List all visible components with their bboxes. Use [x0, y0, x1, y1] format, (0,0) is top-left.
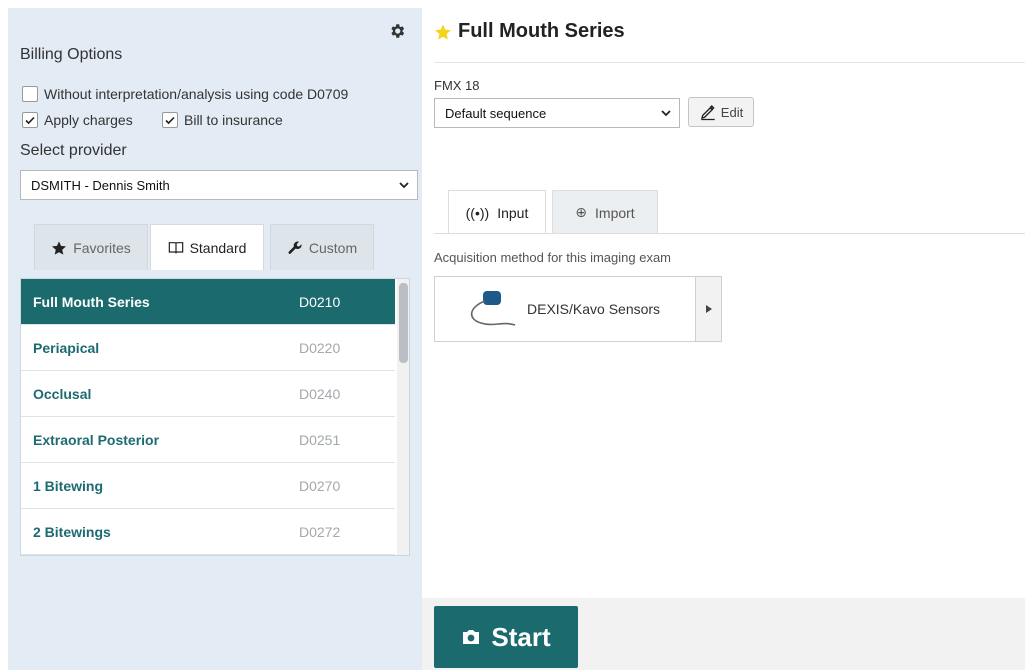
- tab-custom-label: Custom: [308, 239, 358, 256]
- start-button-label: Start: [491, 621, 551, 652]
- tab-standard[interactable]: Standard: [150, 224, 264, 270]
- tab-input[interactable]: ((•)) Input: [448, 190, 546, 234]
- page-title: Full Mouth Series: [434, 20, 625, 43]
- tab-input-label: Input: [497, 204, 529, 221]
- camera-icon: [463, 630, 480, 644]
- caret-right-icon: [705, 305, 712, 313]
- provider-select[interactable]: DSMITH - Dennis Smith: [20, 170, 418, 200]
- without-interpretation-option[interactable]: Without interpretation/analysis using co…: [22, 86, 348, 102]
- apply-charges-checkbox[interactable]: [22, 112, 38, 128]
- acquisition-label: Acquisition method for this imaging exam: [434, 250, 672, 265]
- list-item[interactable]: Full Mouth Series D0210: [21, 279, 395, 325]
- sensor-expand-button[interactable]: [696, 276, 722, 342]
- edit-button-label: Edit: [720, 104, 744, 120]
- list-scrollbar-thumb[interactable]: [399, 283, 408, 363]
- sequence-select[interactable]: Default sequence: [434, 98, 680, 128]
- plus-circle-icon: ⊕: [575, 204, 588, 220]
- chevron-down-icon: [661, 110, 671, 117]
- exam-list: Full Mouth Series D0210 Periapical D0220…: [20, 278, 410, 556]
- tab-favorites-label: Favorites: [73, 239, 131, 256]
- tab-favorites[interactable]: Favorites: [34, 224, 148, 270]
- divider: [434, 233, 1025, 234]
- star-icon: [52, 240, 67, 255]
- sensor-option-dexis[interactable]: DEXIS/Kavo Sensors: [434, 276, 696, 342]
- list-item[interactable]: 2 Bitewings D0272: [21, 509, 395, 555]
- list-item[interactable]: Periapical D0220: [21, 325, 395, 371]
- broadcast-icon: ((•)): [465, 204, 490, 221]
- bill-to-insurance-label: Bill to insurance: [184, 112, 283, 128]
- apply-charges-label: Apply charges: [44, 112, 133, 128]
- list-item[interactable]: Extraoral Posterior D0251: [21, 417, 395, 463]
- bill-to-insurance-option[interactable]: Bill to insurance: [162, 112, 283, 128]
- page-title-text: Full Mouth Series: [458, 20, 625, 42]
- bill-to-insurance-checkbox[interactable]: [162, 112, 178, 128]
- list-item[interactable]: 1 Bitewing D0270: [21, 463, 395, 509]
- wrench-icon: [288, 241, 302, 254]
- list-item[interactable]: Occlusal D0240: [21, 371, 395, 417]
- book-icon: [168, 241, 183, 253]
- star-icon[interactable]: [434, 23, 452, 41]
- sensor-icon: [470, 291, 516, 326]
- start-button[interactable]: Start: [434, 606, 578, 668]
- without-interpretation-label: Without interpretation/analysis using co…: [44, 86, 349, 102]
- edit-button[interactable]: Edit: [688, 97, 754, 127]
- fmx-label: FMX 18: [434, 78, 480, 93]
- sensor-option-label: DEXIS/Kavo Sensors: [527, 301, 661, 317]
- divider: [434, 62, 1025, 63]
- tab-standard-label: Standard: [189, 239, 247, 256]
- gear-icon[interactable]: [388, 22, 406, 40]
- provider-select-value: DSMITH - Dennis Smith: [31, 177, 170, 193]
- tab-import-label: Import: [595, 204, 635, 221]
- chevron-down-icon: [399, 182, 409, 189]
- tab-import[interactable]: ⊕ Import: [552, 190, 658, 234]
- sequence-select-value: Default sequence: [445, 105, 547, 121]
- without-interpretation-checkbox[interactable]: [22, 86, 38, 102]
- tab-custom[interactable]: Custom: [270, 224, 374, 270]
- billing-options-title: Billing Options: [20, 46, 123, 63]
- pencil-icon: [700, 105, 715, 121]
- select-provider-title: Select provider: [20, 142, 127, 159]
- left-panel: Billing Options Without interpretation/a…: [8, 8, 422, 670]
- apply-charges-option[interactable]: Apply charges: [22, 112, 133, 128]
